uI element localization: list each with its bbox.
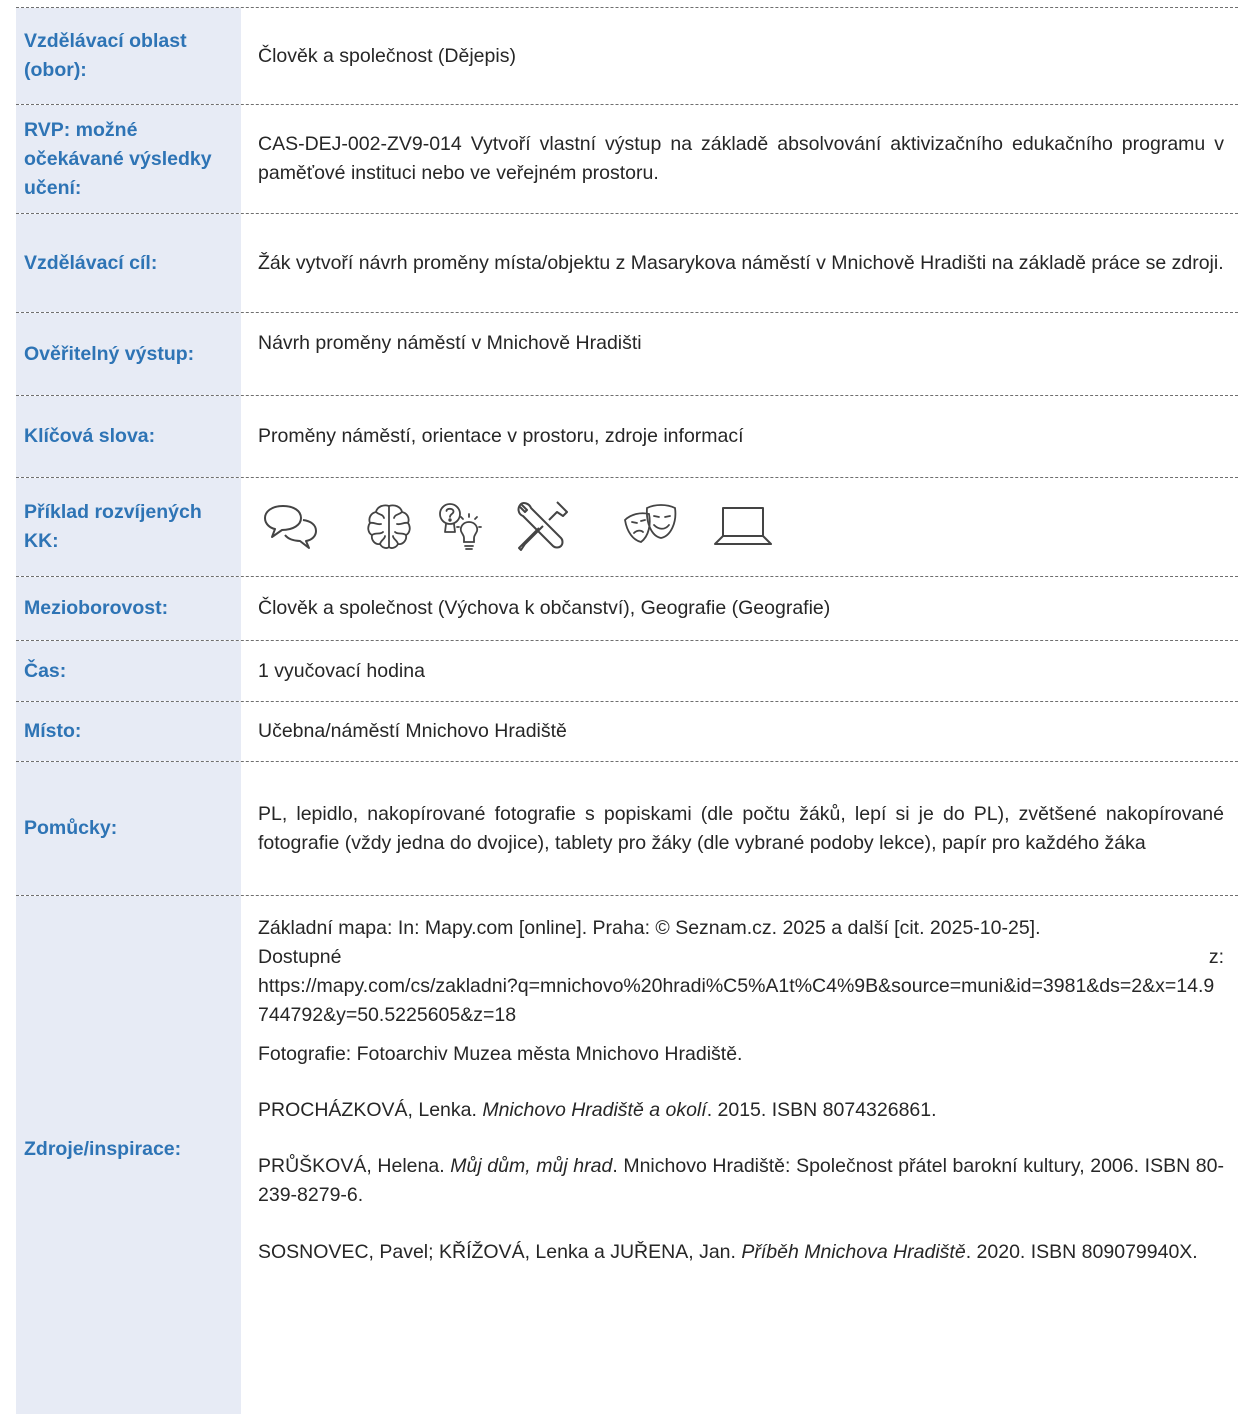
label-mezi: Mezioborovost: [16,577,241,640]
row-misto: Místo: Učebna/náměstí Mnichovo Hradiště [16,701,1238,761]
label-cas: Čas: [16,641,241,701]
label-slova: Klíčová slova: [16,396,241,477]
ref3-author: SOSNOVEC, Pavel; KŘÍŽOVÁ, Lenka a JUŘENA… [258,1241,742,1263]
row-cil: Vzdělávací cíl: Žák vytvoří návrh proměn… [16,213,1238,312]
label-misto: Místo: [16,702,241,761]
source-map: Základní mapa: In: Mapy.com [online]. Pr… [258,914,1224,943]
label-oblast: Vzdělávací oblast (obor): [16,8,241,104]
row-vystup: Ověřitelný výstup: Návrh proměny náměstí… [16,312,1238,395]
tools-icon [513,498,571,556]
ref3-rest: . 2020. ISBN 809079940X. [965,1241,1198,1263]
row-slova: Klíčová slova: Proměny náměstí, orientac… [16,395,1238,477]
value-vystup: Návrh proměny náměstí v Mnichově Hradišt… [258,332,642,354]
speech-bubbles-icon [261,500,321,554]
ref1-rest: . 2015. ISBN 8074326861. [706,1099,937,1121]
ref1-author: PROCHÁZKOVÁ, Lenka. [258,1099,483,1121]
source-map-url: https://mapy.com/cs/zakladni?q=mnichovo%… [258,975,1215,1026]
row-oblast: Vzdělávací oblast (obor): Člověk a spole… [16,7,1238,104]
label-cil: Vzdělávací cíl: [16,214,241,312]
row-rvp: RVP: možné očekávané výsledky učení: CAS… [16,104,1238,213]
sources-list: Základní mapa: In: Mapy.com [online]. Pr… [241,896,1238,1414]
source-photo: Fotografie: Fotoarchiv Muzea města Mnich… [258,1043,743,1065]
row-zdroje: Zdroje/inspirace: Základní mapa: In: Map… [16,895,1238,1414]
label-rvp: RVP: možné očekávané výsledky učení: [16,105,241,213]
row-kk: Příklad rozvíjených KK: [16,477,1238,576]
row-pomucky: Pomůcky: PL, lepidlo, nakopírované fotog… [16,761,1238,895]
value-mezi: Člověk a společnost (Výchova k občanství… [258,597,831,619]
source-ref-2: PRŮŠKOVÁ, Helena. Můj dům, můj hrad. Mni… [258,1152,1224,1210]
lesson-info-table: Vzdělávací oblast (obor): Člověk a spole… [16,7,1238,1414]
source-map-z-label: z: [1208,946,1224,968]
row-cas: Čas: 1 vyučovací hodina [16,640,1238,701]
value-cil: Žák vytvoří návrh proměny místa/objektu … [258,251,1224,274]
value-cas: 1 vyučovací hodina [258,659,425,682]
laptop-icon [713,502,773,552]
value-rvp: CAS-DEJ-002-ZV9-014 Vytvoří vlastní výst… [258,133,1224,184]
label-zdroje: Zdroje/inspirace: [16,896,241,1414]
source-map-available-label: Dostupné [258,946,342,968]
ref2-author: PRŮŠKOVÁ, Helena. [258,1155,451,1177]
source-ref-1: PROCHÁZKOVÁ, Lenka. Mnichovo Hradiště a … [258,1096,1224,1125]
question-bulb-icon [437,500,483,554]
label-vystup: Ověřitelný výstup: [16,313,241,395]
label-kk: Příklad rozvíjených KK: [16,478,241,576]
source-ref-3: SOSNOVEC, Pavel; KŘÍŽOVÁ, Lenka a JUŘENA… [258,1238,1224,1267]
theater-masks-icon [621,500,687,554]
source-map-text: Základní mapa: In: Mapy.com [online]. Pr… [258,917,1041,939]
brain-icon [365,501,413,553]
value-oblast: Člověk a společnost (Dějepis) [258,44,516,67]
ref1-title: Mnichovo Hradiště a okolí [482,1099,707,1121]
value-misto: Učebna/náměstí Mnichovo Hradiště [258,720,567,742]
value-pomucky: PL, lepidlo, nakopírované fotografie s p… [258,802,1224,854]
ref2-title: Můj dům, můj hrad [450,1155,613,1177]
row-mezi: Mezioborovost: Člověk a společnost (Vých… [16,576,1238,640]
value-slova: Proměny náměstí, orientace v prostoru, z… [258,425,744,447]
kk-icons [241,478,1238,576]
label-pomucky: Pomůcky: [16,762,241,895]
ref3-title: Příběh Mnichova Hradiště [741,1241,966,1263]
source-map-availability: Dostupné z: [258,943,1224,972]
